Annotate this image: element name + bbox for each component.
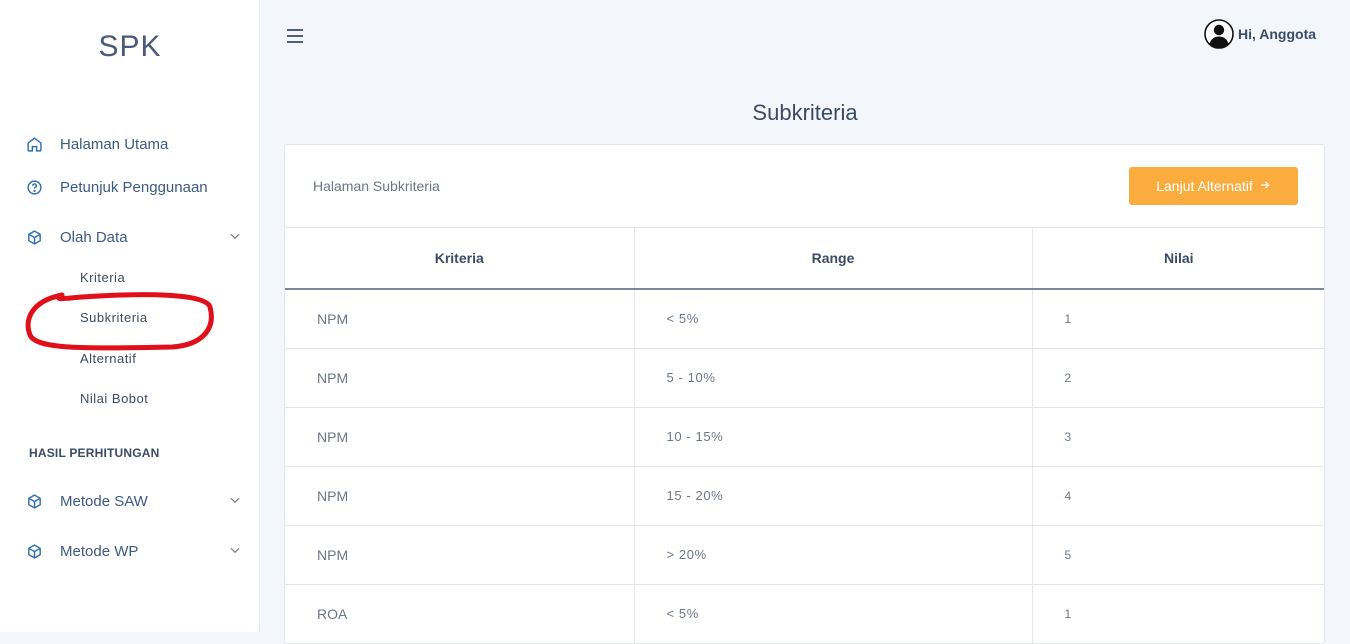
column-header-range[interactable]: Range [634,228,1033,290]
box-icon [24,227,44,247]
cell-nilai: 1 [1032,289,1324,349]
table-row: ROA < 5% 1 [285,584,1324,643]
button-label: Lanjut Alternatif [1156,178,1253,194]
chevron-down-icon[interactable] [228,493,244,509]
card-subtitle: Halaman Subkriteria [313,178,440,194]
cell-range: 15 - 20% [634,466,1033,526]
cell-nilai: 5 [1032,525,1324,585]
table-row: NPM < 5% 1 [285,289,1324,349]
sidebar-subitem-alternatif[interactable]: Alternatif [80,351,136,366]
table-row: NPM 10 - 15% 3 [285,407,1324,467]
lanjut-alternatif-button[interactable]: Lanjut Alternatif [1129,167,1298,205]
column-header-kriteria[interactable]: Kriteria [285,228,635,290]
sidebar-item-label: Metode WP [60,542,139,560]
arrow-right-icon [1259,178,1271,194]
card-header: Halaman Subkriteria Lanjut Alternatif [285,145,1324,228]
sidebar-item-olah-data[interactable]: Olah Data [24,225,244,249]
sidebar-item-metode-saw[interactable]: Metode SAW [24,489,244,513]
user-menu[interactable]: Hi, Anggota [1204,19,1316,49]
cell-range: < 5% [634,584,1033,643]
sidebar-item-metode-wp[interactable]: Metode WP [24,539,244,563]
chevron-down-icon[interactable] [228,229,244,245]
cell-kriteria: NPM [285,348,635,408]
cell-range: 5 - 10% [634,348,1033,408]
chevron-down-icon[interactable] [228,543,244,559]
brand-logo-text[interactable]: SPK [0,30,260,64]
subkriteria-table: Kriteria Range Nilai NPM < 5% 1 NPM 5 - … [285,228,1324,643]
cell-nilai: 1 [1032,584,1324,643]
cell-range: < 5% [634,289,1033,349]
section-heading-hasil-perhitungan: HASIL PERHITUNGAN [29,446,160,460]
sidebar-item-label: Petunjuk Penggunaan [60,178,208,196]
sidebar-item-label: Olah Data [60,228,128,246]
cell-range: > 20% [634,525,1033,585]
box-icon [24,491,44,511]
column-header-nilai[interactable]: Nilai [1032,228,1324,290]
cell-range: 10 - 15% [634,407,1033,467]
sidebar-subitem-kriteria[interactable]: Kriteria [80,270,125,285]
sidebar-item-label: Metode SAW [60,492,148,510]
table-header-row: Kriteria Range Nilai [285,228,1324,290]
cell-kriteria: NPM [285,525,635,585]
red-annotation-circle [25,292,214,351]
sidebar-item-halaman-utama[interactable]: Halaman Utama [24,132,244,156]
sidebar-item-petunjuk-penggunaan[interactable]: Petunjuk Penggunaan [24,175,244,199]
subkriteria-card: Halaman Subkriteria Lanjut Alternatif Kr… [284,144,1325,644]
cell-kriteria: NPM [285,407,635,467]
cell-nilai: 4 [1032,466,1324,526]
cell-nilai: 3 [1032,407,1324,467]
cell-kriteria: ROA [285,584,635,643]
home-icon [24,134,44,154]
sidebar-item-label: Halaman Utama [60,135,169,153]
table-row: NPM 5 - 10% 2 [285,348,1324,408]
table-row: NPM > 20% 5 [285,525,1324,585]
sidebar-subitem-nilai-bobot[interactable]: Nilai Bobot [80,391,148,406]
box-icon [24,541,44,561]
user-greeting: Hi, Anggota [1238,26,1317,42]
table-row: NPM 15 - 20% 4 [285,466,1324,526]
avatar-icon [1204,19,1234,49]
cell-kriteria: NPM [285,466,635,526]
cell-kriteria: NPM [285,289,635,349]
page-title: Subkriteria [752,100,858,125]
help-circle-icon [24,177,44,197]
cell-nilai: 2 [1032,348,1324,408]
sidebar: SPK Halaman Utama Petunjuk Penggunaan Ol… [0,0,260,632]
hamburger-menu-icon[interactable] [285,26,305,46]
